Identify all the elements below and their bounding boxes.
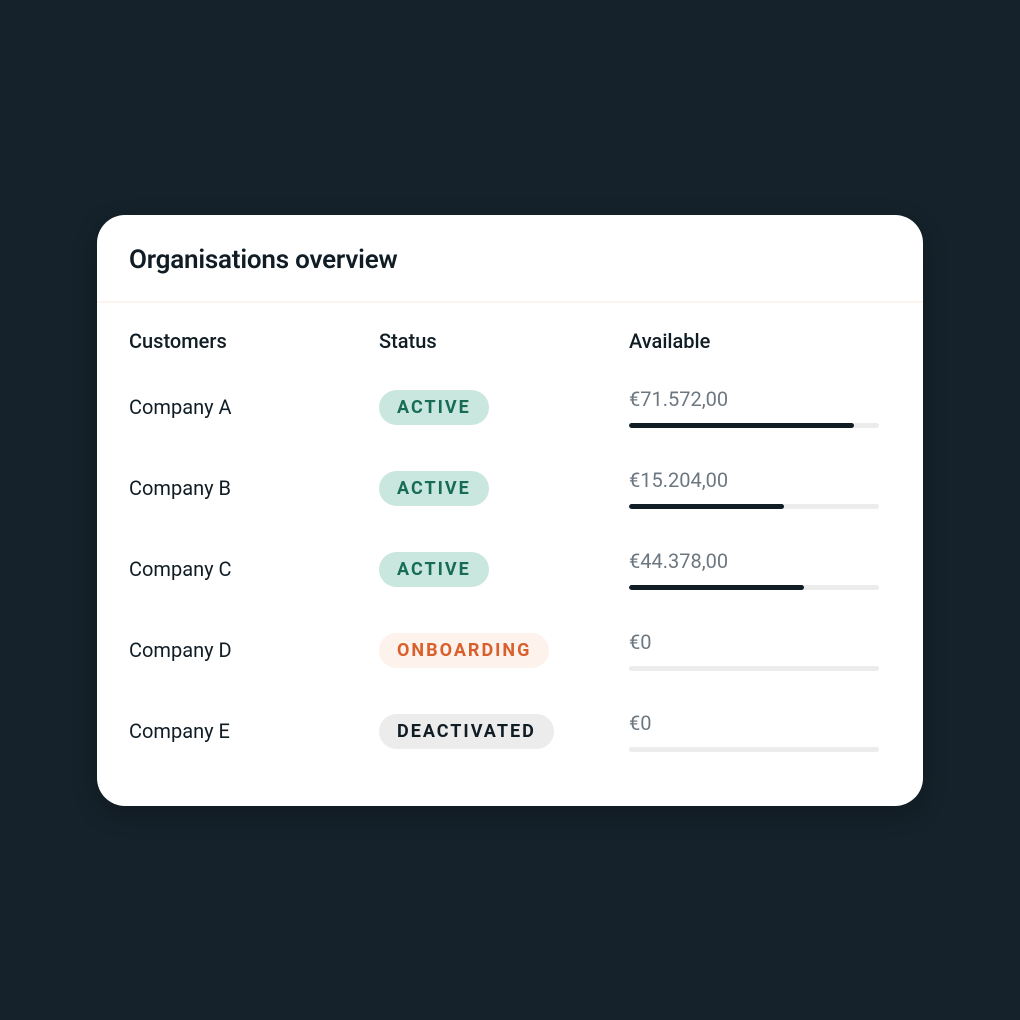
organisations-table: Customers Status Available Company AACTI… xyxy=(97,303,923,806)
customer-name: Company E xyxy=(129,719,379,743)
available-amount: €44.378,00 xyxy=(629,549,891,573)
status-badge: DEACTIVATED xyxy=(379,714,554,749)
col-header-customers: Customers xyxy=(129,329,379,367)
customer-name: Company B xyxy=(129,476,379,500)
progress-bar xyxy=(629,504,879,509)
progress-bar xyxy=(629,423,879,428)
progress-fill xyxy=(629,423,854,428)
progress-fill xyxy=(629,585,804,590)
customer-name: Company D xyxy=(129,638,379,662)
progress-bar xyxy=(629,747,879,752)
card-title: Organisations overview xyxy=(129,245,891,275)
table-row[interactable]: Company AACTIVE €71.572,00 xyxy=(129,367,891,448)
status-badge: ACTIVE xyxy=(379,390,489,425)
status-cell: ACTIVE xyxy=(379,471,629,506)
progress-fill xyxy=(629,504,784,509)
col-header-available: Available xyxy=(629,329,891,367)
status-cell: ACTIVE xyxy=(379,390,629,425)
table-header-row: Customers Status Available xyxy=(129,329,891,367)
status-cell: DEACTIVATED xyxy=(379,714,629,749)
col-header-status: Status xyxy=(379,329,629,367)
progress-bar xyxy=(629,585,879,590)
available-cell: €71.572,00 xyxy=(629,387,891,428)
status-badge: ONBOARDING xyxy=(379,633,549,668)
available-cell: €44.378,00 xyxy=(629,549,891,590)
customer-name: Company A xyxy=(129,395,379,419)
status-badge: ACTIVE xyxy=(379,471,489,506)
available-amount: €71.572,00 xyxy=(629,387,891,411)
table-row[interactable]: Company DONBOARDING €0 xyxy=(129,610,891,691)
table-body: Company AACTIVE€71.572,00Company BACTIVE… xyxy=(129,367,891,772)
available-amount: €0 xyxy=(629,711,891,735)
available-cell: €0 xyxy=(629,711,891,752)
status-cell: ACTIVE xyxy=(379,552,629,587)
progress-bar xyxy=(629,666,879,671)
available-cell: €15.204,00 xyxy=(629,468,891,509)
table-row[interactable]: Company EDEACTIVATED €0 xyxy=(129,691,891,772)
available-amount: €15.204,00 xyxy=(629,468,891,492)
card-header: Organisations overview xyxy=(97,215,923,303)
organisations-card: Organisations overview Customers Status … xyxy=(97,215,923,806)
available-amount: €0 xyxy=(629,630,891,654)
customer-name: Company C xyxy=(129,557,379,581)
table-row[interactable]: Company BACTIVE €15.204,00 xyxy=(129,448,891,529)
status-cell: ONBOARDING xyxy=(379,633,629,668)
table-row[interactable]: Company CACTIVE €44.378,00 xyxy=(129,529,891,610)
status-badge: ACTIVE xyxy=(379,552,489,587)
available-cell: €0 xyxy=(629,630,891,671)
